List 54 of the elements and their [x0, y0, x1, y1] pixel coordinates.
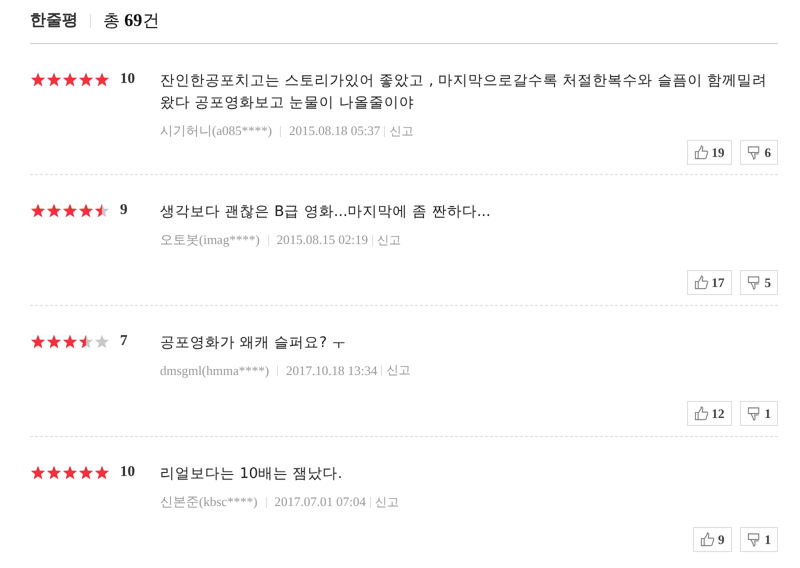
- like-button[interactable]: 12: [686, 401, 732, 426]
- star-icon: [62, 72, 78, 88]
- dislike-button[interactable]: 5: [740, 270, 778, 295]
- thumbs-up-icon: [694, 406, 708, 421]
- author-name: dmsgml(hmma****): [160, 362, 270, 378]
- star-icon: [94, 334, 110, 350]
- star-icon: [94, 72, 110, 88]
- review-date: 2017.10.18 13:34: [286, 362, 378, 378]
- star-icon: [30, 72, 46, 88]
- star-icon: [30, 334, 46, 350]
- thumbs-up-icon: [700, 532, 715, 547]
- rating-score: 10: [119, 464, 136, 481]
- review-date: 2015.08.15 02:19: [276, 232, 368, 248]
- author-name: 시기허니(a085****): [160, 122, 272, 140]
- review-date: 2017.07.01 07:04: [274, 494, 366, 510]
- review-date: 2015.08.18 05:37: [288, 123, 380, 139]
- thumbs-down-icon: [746, 275, 762, 290]
- thumbs-down-icon: [746, 145, 762, 160]
- author-name: 신본준(kbsc****): [160, 493, 258, 511]
- star-icon: [30, 465, 46, 481]
- rating-score: 7: [119, 333, 128, 350]
- star-icon: [46, 334, 62, 350]
- like-button[interactable]: 19: [686, 140, 732, 165]
- star-icon: [46, 72, 62, 88]
- review-text: 생각보다 괜찮은 B급 영화...마지막에 좀 짠하다...: [160, 203, 492, 222]
- rating-score: 10: [119, 71, 136, 88]
- star-icon: [78, 334, 94, 350]
- like-button[interactable]: 9: [693, 527, 732, 552]
- dislike-button[interactable]: 1: [740, 401, 778, 426]
- review-count: 총 69건: [103, 9, 160, 32]
- review-text: 리얼보다는 10배는 잼났다.: [160, 465, 344, 484]
- author-name: 오토봇(imag****): [160, 231, 260, 249]
- star-icon: [46, 203, 62, 219]
- star-icon: [46, 465, 62, 481]
- thumbs-up-icon: [694, 145, 708, 160]
- section-title: 한줄평: [30, 11, 78, 31]
- star-icon: [30, 203, 46, 219]
- rating-score: 9: [119, 202, 128, 219]
- star-icon: [62, 334, 78, 350]
- star-icon: [62, 203, 78, 219]
- dislike-button[interactable]: 1: [740, 527, 778, 552]
- review-text: 잔인한공포치고는 스토리가있어 좋았고 , 마지막으로갈수록 처절한복수와 슬픔이 함께밀려왔다 공포영화보고 눈물이 나올줄이야: [160, 72, 768, 113]
- star-icon: [94, 203, 110, 219]
- review-text: 공포영화가 왜캐 슬퍼요? ㅜ: [160, 334, 348, 353]
- star-icon: [78, 465, 94, 481]
- thumbs-down-icon: [746, 406, 762, 421]
- dislike-button[interactable]: 6: [740, 140, 778, 165]
- like-button[interactable]: 17: [686, 270, 732, 295]
- star-icon: [78, 72, 94, 88]
- star-icon: [62, 465, 78, 481]
- star-icon: [78, 203, 94, 219]
- thumbs-down-icon: [746, 532, 762, 547]
- thumbs-up-icon: [694, 275, 708, 290]
- star-icon: [94, 465, 110, 481]
